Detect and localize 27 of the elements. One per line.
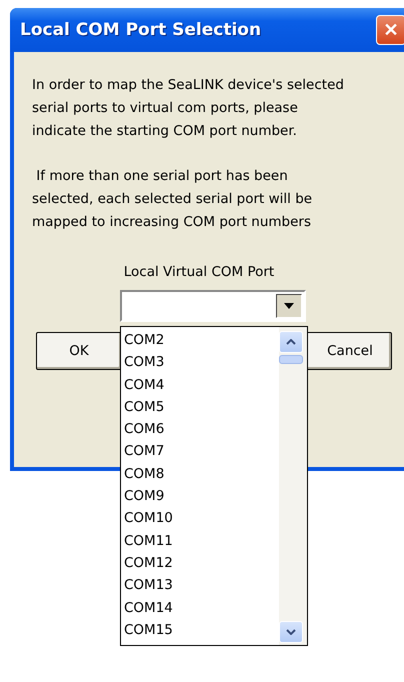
dropdown-option[interactable]: COM9 bbox=[121, 485, 279, 508]
dropdown-option[interactable]: COM15 bbox=[121, 618, 279, 642]
dropdown-button[interactable] bbox=[276, 294, 302, 318]
dropdown-option[interactable]: COM5 bbox=[121, 396, 279, 418]
up-caret-icon bbox=[286, 339, 296, 345]
scroll-down-button[interactable] bbox=[279, 621, 303, 643]
combo-label: Local Virtual COM Port bbox=[122, 264, 276, 280]
dropdown-option[interactable]: COM13 bbox=[121, 574, 279, 597]
scroll-up-button[interactable] bbox=[279, 331, 303, 353]
message-text: If more than one serial port has been selected, each selected serial port will be mapped to increasing COM port numbers bbox=[32, 167, 314, 232]
message-text: In order to map the SeaLINK device's selected serial ports to virtual com ports, please indicate the starting COM port number. bbox=[32, 76, 344, 141]
dropdown-option[interactable]: COM2 bbox=[121, 329, 279, 352]
window-title: Local COM Port Selection bbox=[20, 20, 262, 40]
dropdown-option[interactable]: COM3 bbox=[121, 351, 279, 374]
dropdown-option[interactable]: COM7 bbox=[121, 440, 279, 463]
dropdown-option[interactable]: COM12 bbox=[121, 552, 279, 574]
dropdown-option[interactable]: COM8 bbox=[121, 462, 279, 486]
dropdown-option[interactable]: COM4 bbox=[121, 374, 279, 396]
caret-icon bbox=[284, 303, 294, 309]
scrollbar[interactable] bbox=[279, 327, 307, 645]
dropdown-option[interactable]: COM11 bbox=[121, 530, 279, 552]
scroll-thumb[interactable] bbox=[279, 355, 303, 364]
down-caret-icon bbox=[286, 629, 296, 635]
dropdown-option[interactable]: COM6 bbox=[121, 418, 279, 440]
dropdown-option[interactable]: COM14 bbox=[121, 596, 279, 619]
ok-button[interactable]: OK bbox=[36, 332, 122, 370]
dropdown-option[interactable]: COM10 bbox=[121, 507, 279, 530]
